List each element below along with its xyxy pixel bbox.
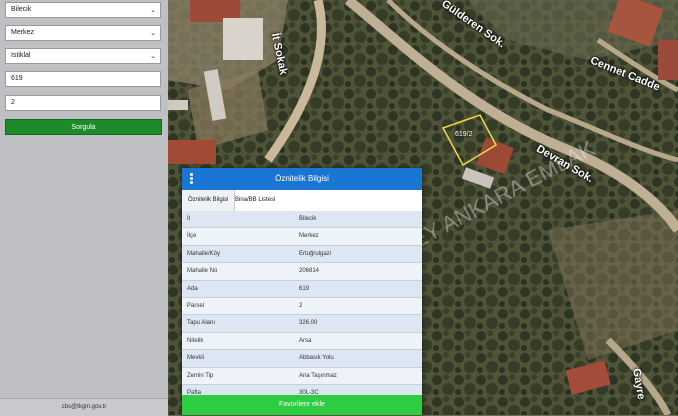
row-key: Nitelik: [187, 337, 204, 344]
row-key: İlçe: [187, 233, 197, 240]
row-key: Ada: [187, 285, 198, 292]
row-value: Abbasık Yolu: [299, 355, 334, 362]
block-input[interactable]: 619: [5, 71, 161, 87]
district-select-value: Merkez: [11, 29, 34, 36]
row-key: Mevkii: [187, 355, 205, 362]
chevron-down-icon: ⌄: [150, 30, 156, 37]
query-sidebar: Bilecik ⌄ Merkez ⌄ Istiklal ⌄ 619 2 Sorg…: [0, 0, 168, 416]
row-value: 326.00: [299, 320, 318, 327]
table-row: Mevkii Abbasık Yolu: [182, 350, 422, 368]
neighborhood-select-value: Istiklal: [11, 52, 31, 59]
row-value: 2: [299, 302, 303, 309]
attribute-info-panel: Öznitelik Bilgisi Öznitelik Bilgisi Bina…: [182, 168, 422, 415]
query-button[interactable]: Sorgula: [5, 119, 162, 135]
table-row: Mahalle/Köy Ertuğrulgazi: [182, 245, 422, 264]
parcel-label: 619/2: [455, 131, 473, 138]
table-row: İl Bilecik: [182, 211, 422, 229]
row-value: Ana Taşınmaz: [299, 372, 337, 379]
district-select[interactable]: Merkez ⌄: [5, 25, 161, 41]
tab-building-list[interactable]: Bina/BB Listesi: [229, 190, 281, 211]
table-row: Zemin Tip Ana Taşınmaz: [182, 367, 422, 385]
add-to-favorites-button[interactable]: Favorilere ekle: [182, 395, 422, 415]
row-value: 619: [299, 285, 310, 292]
province-select-value: Bilecik: [11, 6, 32, 13]
province-select[interactable]: Bilecik ⌄: [5, 2, 161, 18]
table-row: Tapu Alanı 326.00: [182, 315, 422, 333]
chevron-down-icon: ⌄: [150, 53, 156, 60]
row-value: 206814: [299, 268, 320, 275]
row-key: Mahalle/Köy: [187, 250, 221, 257]
table-row: Nitelik Arsa: [182, 332, 422, 351]
footer-email-link[interactable]: cbs@tkgm.gov.tr: [0, 398, 168, 416]
table-row: Ada 619: [182, 280, 422, 298]
panel-title: Öznitelik Bilgisi: [275, 174, 329, 183]
attribute-table: İl Bilecik İlçe Merkez Mahalle/Köy Ertuğrul…: [182, 211, 422, 403]
panel-header: Öznitelik Bilgisi: [182, 168, 422, 190]
table-row: İlçe Merkez: [182, 228, 422, 246]
row-value: Arsa: [299, 337, 312, 344]
row-key: Mahalle No: [187, 268, 218, 275]
panel-tabs: Öznitelik Bilgisi Bina/BB Listesi: [182, 190, 422, 212]
parcel-input[interactable]: 2: [5, 95, 161, 111]
table-row: Parsel 2: [182, 297, 422, 316]
table-row: Mahalle No 206814: [182, 263, 422, 281]
row-value: Ertuğrulgazi: [299, 250, 332, 257]
tab-attribute-info[interactable]: Öznitelik Bilgisi: [182, 190, 236, 211]
row-value: Merkez: [299, 233, 319, 240]
row-key: Tapu Alanı: [187, 320, 216, 327]
chevron-down-icon: ⌄: [150, 7, 156, 14]
row-key: Parsel: [187, 302, 205, 309]
row-key: İl: [187, 216, 190, 222]
neighborhood-select[interactable]: Istiklal ⌄: [5, 48, 161, 64]
row-key: Zemin Tip: [187, 372, 214, 379]
row-value: Bilecik: [299, 216, 317, 222]
